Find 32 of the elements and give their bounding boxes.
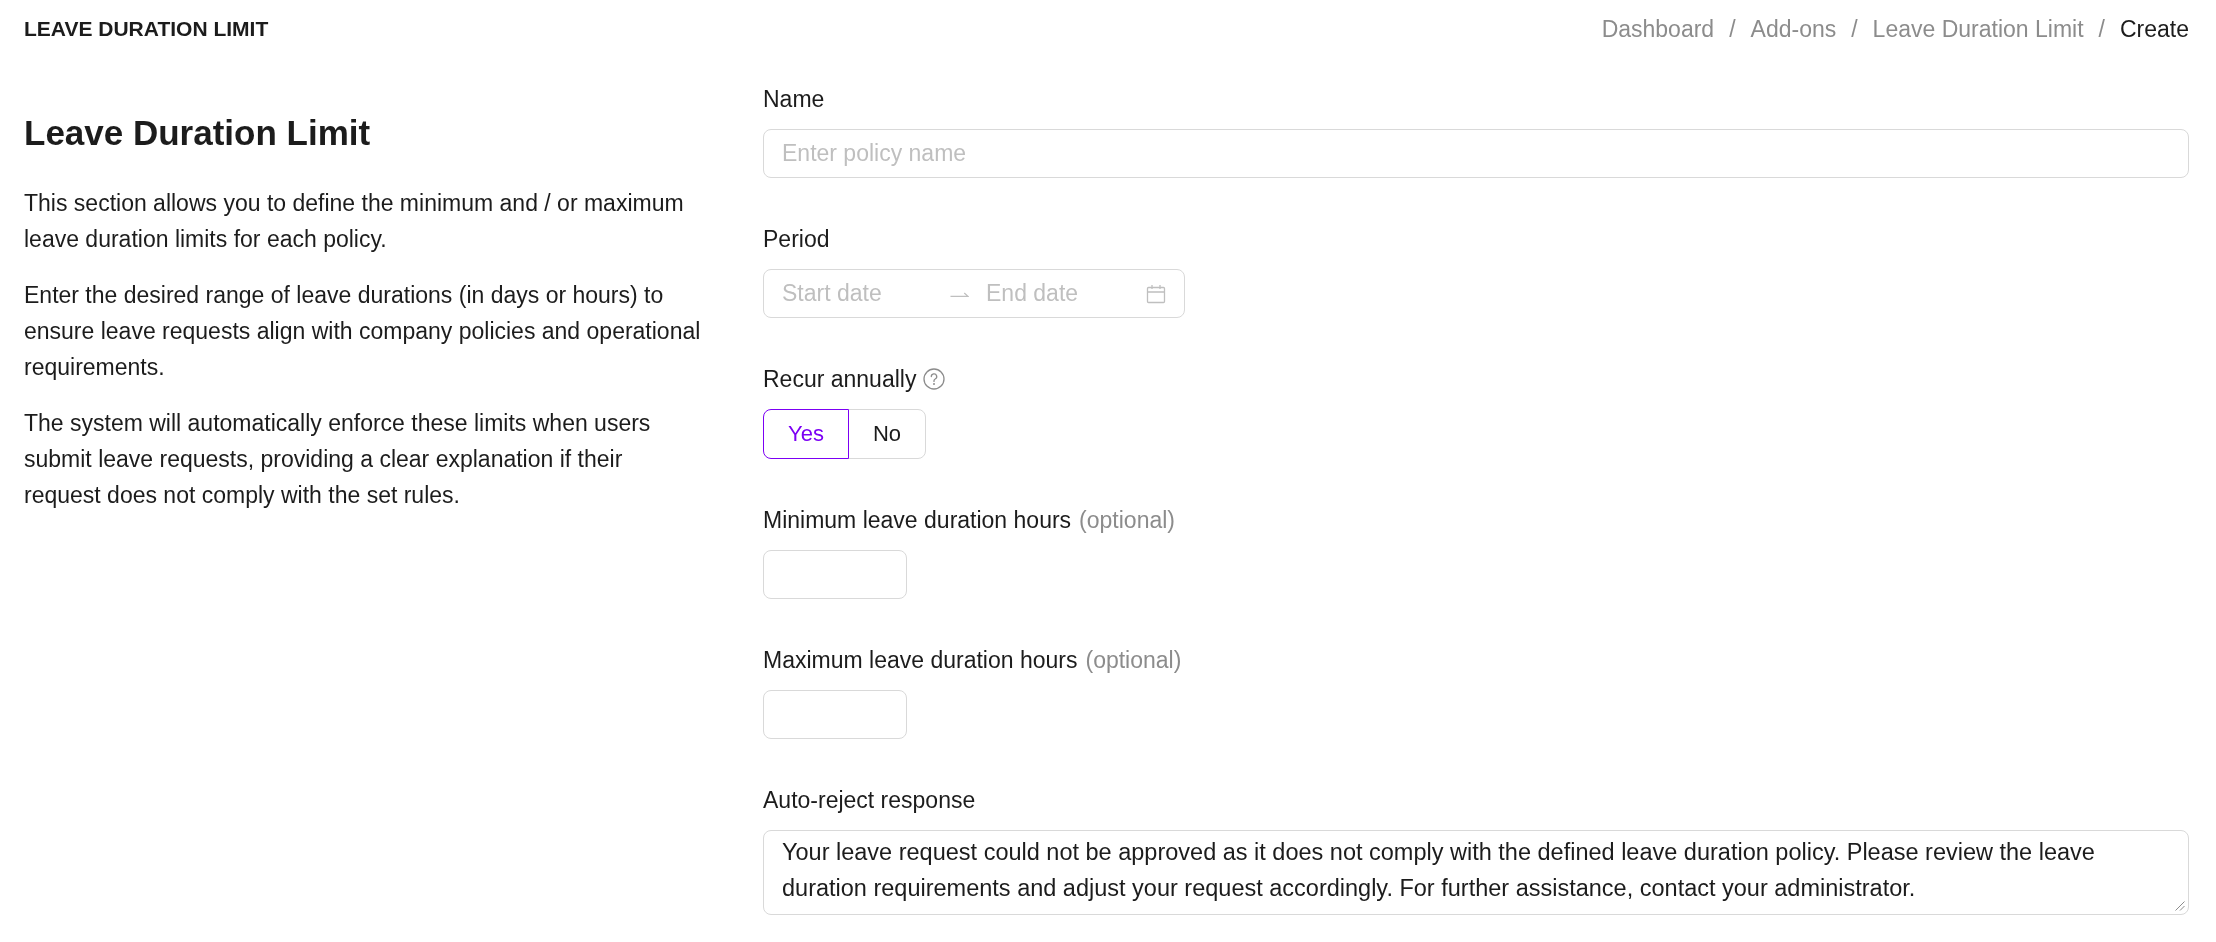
optional-note: (optional) xyxy=(1085,646,1182,674)
start-date-input[interactable]: Start date xyxy=(782,280,934,307)
end-date-input[interactable]: End date xyxy=(986,280,1146,307)
field-label: Auto-reject response xyxy=(763,786,976,814)
field-label: Name xyxy=(763,85,825,113)
toggle-option[interactable]: No xyxy=(847,409,926,459)
optional-note: (optional) xyxy=(1079,506,1175,534)
number-input[interactable] xyxy=(763,690,907,739)
field-label: Minimum leave duration hours xyxy=(763,506,1072,534)
toggle-option[interactable]: Yes xyxy=(763,409,849,459)
description-paragraph: The system will automatically enforce these limits when users submit leave requests, providing a clear explanation if their request does not comply with the set rules. xyxy=(24,409,652,510)
number-input[interactable] xyxy=(763,550,907,599)
description-paragraph: This section allows you to define the minimum and / or maximum leave duration limits for each policy. xyxy=(24,189,685,254)
section-heading: Leave Duration Limit xyxy=(24,113,372,153)
help-icon[interactable] xyxy=(923,368,946,390)
breadcrumb-link[interactable]: Leave Duration Limit xyxy=(1872,15,2084,43)
resize-grip-icon[interactable] xyxy=(2175,901,2185,911)
field-label: Maximum leave duration hours xyxy=(763,646,1078,674)
breadcrumb-link[interactable]: Dashboard xyxy=(1601,15,1715,43)
breadcrumb-current: Create xyxy=(2119,15,2189,43)
field-label: Period xyxy=(763,225,830,253)
name-input[interactable]: Enter policy name xyxy=(763,129,2189,178)
breadcrumb-separator: / xyxy=(1729,15,1736,43)
description-paragraph: Enter the desired range of leave durations (in days or hours) to ensure leave requests align with company policies and operational requirements. xyxy=(24,281,702,382)
response-textarea[interactable]: Your leave request could not be approved as it does not comply with the defined leave duration policy. Please review the leave duration requirements and adjust your request accordingly. For further assistance, contact your administrator. xyxy=(763,830,2189,915)
calendar-icon[interactable] xyxy=(1146,283,1166,304)
page-title: LEAVE DURATION LIMIT xyxy=(24,16,269,42)
date-range-field[interactable]: Start date End date xyxy=(763,269,1185,318)
breadcrumb-link[interactable]: Add-ons xyxy=(1750,15,1837,43)
field-label: Recur annually xyxy=(763,365,917,393)
breadcrumb-separator: / xyxy=(2098,15,2105,43)
breadcrumb-separator: / xyxy=(1851,15,1858,43)
